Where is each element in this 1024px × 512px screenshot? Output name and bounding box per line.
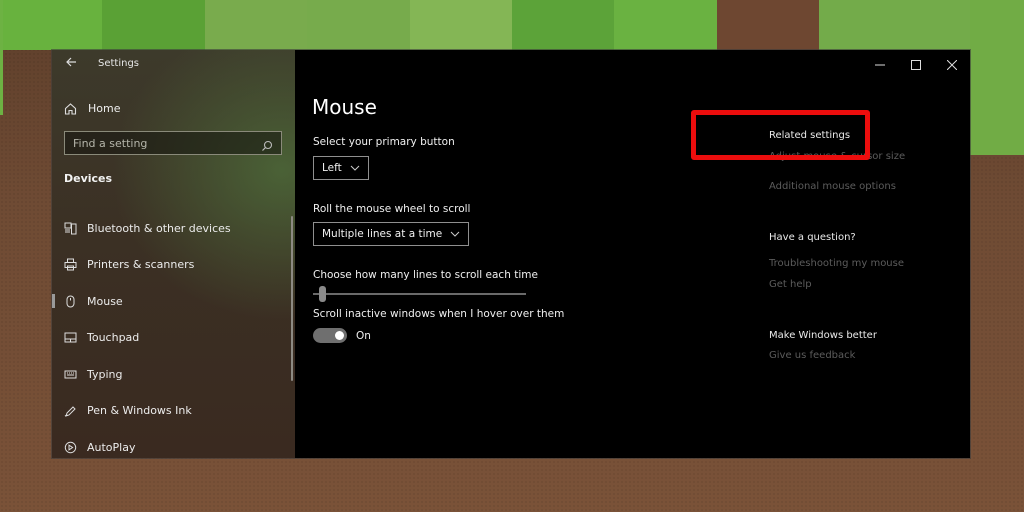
annotation-highlight-box: [691, 110, 870, 160]
nav-label: Bluetooth & other devices: [87, 221, 231, 235]
maximize-icon: [911, 60, 921, 70]
printer-icon: [63, 258, 77, 272]
primary-button-label: Select your primary button: [313, 136, 455, 148]
slider-thumb[interactable]: [319, 286, 327, 302]
pen-icon: [63, 404, 77, 418]
title-bar: Settings: [52, 50, 295, 80]
make-windows-better-header: Make Windows better: [769, 330, 877, 341]
nav-label: Mouse: [87, 294, 123, 308]
keyboard-icon: [63, 367, 77, 381]
troubleshooting-link[interactable]: Troubleshooting my mouse: [769, 258, 904, 269]
nav-label: Pen & Windows Ink: [87, 404, 192, 418]
sidebar-item-printers[interactable]: Printers & scanners: [52, 247, 295, 284]
sidebar-item-typing[interactable]: Typing: [52, 356, 295, 393]
close-button[interactable]: [934, 50, 970, 80]
back-arrow-icon: [66, 57, 76, 67]
home-icon: [62, 100, 78, 116]
search-icon[interactable]: [261, 137, 273, 151]
minimize-button[interactable]: [862, 50, 898, 80]
primary-button-dropdown[interactable]: Left: [313, 156, 369, 180]
bluetooth-devices-icon: [63, 221, 77, 235]
question-header: Have a question?: [769, 232, 856, 243]
toggle-knob: [335, 331, 344, 340]
toggle-state-label: On: [356, 330, 371, 342]
background-tile: [102, 0, 206, 50]
sidebar-item-mouse[interactable]: Mouse: [52, 283, 295, 320]
nav-label: AutoPlay: [87, 440, 136, 454]
autoplay-icon: [63, 440, 77, 454]
sidebar-item-pen[interactable]: Pen & Windows Ink: [52, 393, 295, 430]
sidebar: Settings Home Devices Bluetooth & other …: [52, 50, 295, 458]
mouse-icon: [63, 294, 77, 308]
wheel-scroll-label: Roll the mouse wheel to scroll: [313, 203, 471, 215]
minimize-icon: [875, 64, 885, 66]
app-title: Settings: [98, 58, 140, 69]
slider-track: [313, 293, 526, 295]
sidebar-item-autoplay[interactable]: AutoPlay: [52, 429, 295, 458]
wheel-scroll-dropdown[interactable]: Multiple lines at a time: [313, 222, 470, 246]
lines-to-scroll-label: Choose how many lines to scroll each tim…: [313, 269, 538, 281]
get-help-link[interactable]: Get help: [769, 279, 812, 290]
back-button[interactable]: [62, 56, 80, 74]
search-input[interactable]: [73, 136, 261, 150]
sidebar-scrollbar[interactable]: [291, 216, 293, 381]
background-tile: [614, 0, 718, 50]
background-tile: [0, 0, 103, 50]
additional-mouse-options-link[interactable]: Additional mouse options: [769, 181, 896, 192]
scroll-inactive-label: Scroll inactive windows when I hover ove…: [313, 308, 565, 320]
section-header: Devices: [64, 172, 113, 185]
background-grass-left: [0, 0, 3, 115]
search-box[interactable]: [64, 131, 282, 155]
window-controls: [862, 50, 970, 80]
sidebar-item-touchpad[interactable]: Touchpad: [52, 320, 295, 357]
nav-label: Touchpad: [87, 331, 140, 345]
nav-label: Printers & scanners: [87, 258, 195, 272]
maximize-button[interactable]: [898, 50, 934, 80]
background-tile: [409, 0, 513, 50]
chevron-down-icon: [450, 231, 460, 237]
background-grass-right: [970, 0, 1024, 155]
touchpad-icon: [63, 331, 77, 345]
sidebar-item-bluetooth[interactable]: Bluetooth & other devices: [52, 210, 295, 247]
sidebar-item-home[interactable]: Home: [62, 98, 120, 118]
primary-button-value: Left: [322, 162, 342, 174]
lines-to-scroll-slider[interactable]: [313, 286, 526, 302]
wheel-scroll-value: Multiple lines at a time: [322, 228, 443, 240]
background-tile: [307, 0, 411, 50]
home-label: Home: [88, 101, 121, 115]
feedback-link[interactable]: Give us feedback: [769, 350, 855, 361]
page-title: Mouse: [312, 95, 377, 119]
close-icon: [947, 60, 957, 70]
background-tile: [204, 0, 308, 50]
background-tile: [819, 0, 923, 50]
scroll-inactive-toggle[interactable]: [313, 328, 347, 343]
background-tile: [512, 0, 615, 50]
nav-label: Typing: [87, 367, 123, 381]
chevron-down-icon: [350, 165, 360, 171]
sidebar-nav: Bluetooth & other devices Printers & sca…: [52, 210, 295, 458]
background-tile: [716, 0, 820, 50]
